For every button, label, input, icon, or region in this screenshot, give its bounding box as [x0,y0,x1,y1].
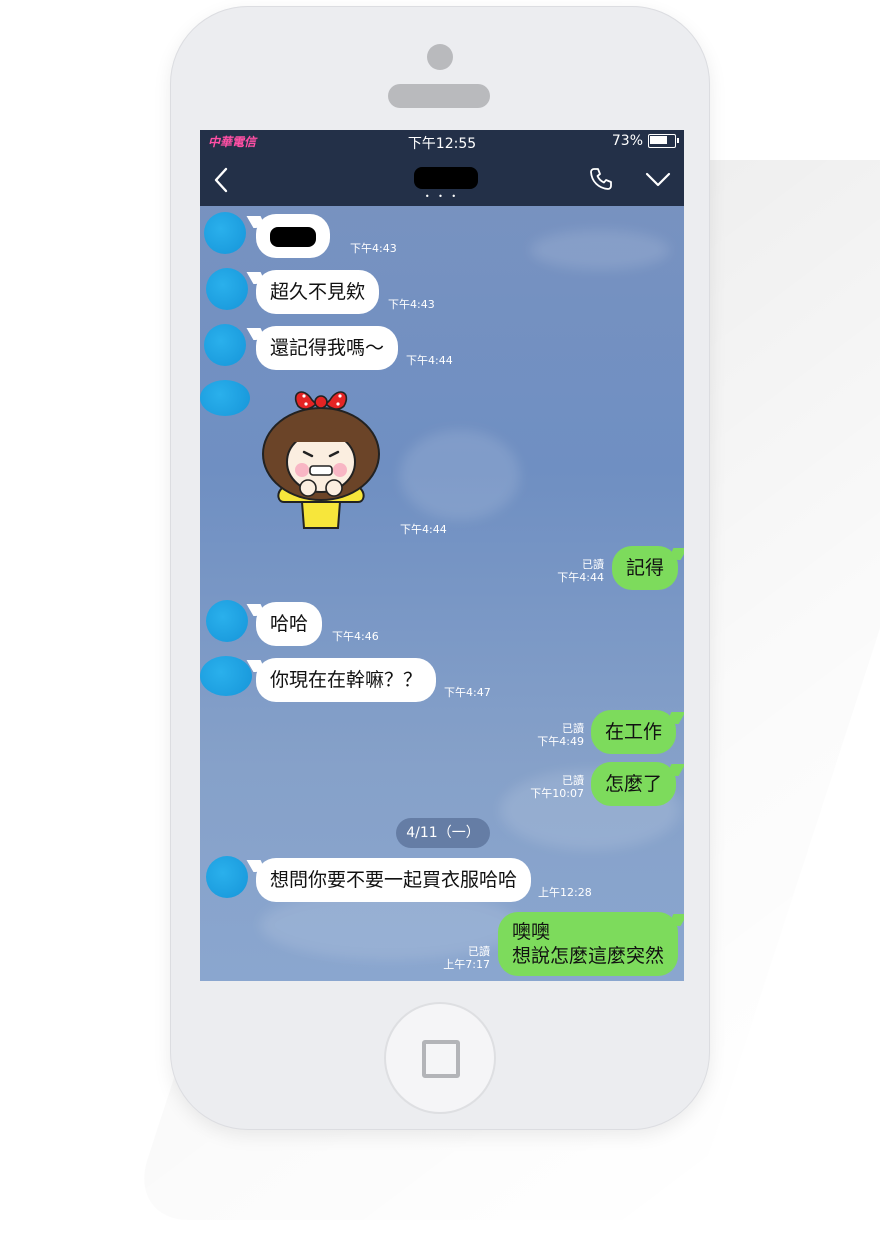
chevron-left-icon[interactable] [210,166,234,194]
message-bubble-outgoing[interactable]: 怎麼了 [590,762,676,806]
phone-icon[interactable] [588,166,614,192]
redacted-text [270,226,316,247]
message-bubble-incoming[interactable]: 你現在在幹嘛？？ [256,658,437,702]
battery-percent: 73% [611,133,643,149]
message-time: 上午12:28 [538,886,592,899]
read-receipt: 已讀 [562,722,584,735]
message-meta: 已讀 上午7:17 [443,945,490,971]
home-button-icon [422,1040,460,1078]
girl-sticker-icon[interactable] [256,382,386,538]
message-time: 下午4:43 [388,298,435,311]
battery-indicator: 73% [611,133,679,149]
message-line: 想說怎麼這麼突然 [511,945,664,967]
message-time: 下午4:44 [557,571,604,584]
message-time: 下午4:44 [400,523,447,536]
message-time: 下午4:47 [444,686,491,699]
message-bubble-incoming[interactable]: 還記得我嗎～ [256,326,399,370]
message-time: 下午4:49 [537,735,584,748]
message-time: 下午4:46 [332,630,379,643]
chevron-down-icon[interactable] [644,168,672,190]
contact-avatar[interactable] [206,856,248,898]
message-bubble-outgoing[interactable]: 在工作 [590,710,676,754]
message-time: 下午4:44 [406,354,453,367]
message-meta: 已讀 下午10:07 [530,774,584,800]
contact-avatar[interactable] [206,268,248,310]
message-line: 噢噢 [511,921,550,943]
read-receipt: 已讀 [468,945,490,958]
page-indicator: • • • [424,192,460,201]
home-button[interactable] [384,1002,496,1114]
date-divider: 4/11（一） [396,818,490,848]
read-receipt: 已讀 [582,558,604,571]
camera-icon [427,44,453,70]
message-bubble-incoming[interactable]: 想問你要不要一起買衣服哈哈 [256,858,532,902]
message-bubble-incoming[interactable]: 超久不見欸 [256,270,380,314]
contact-avatar[interactable] [204,324,246,366]
contact-avatar[interactable] [204,212,246,254]
speaker-grille [388,84,490,108]
contact-avatar[interactable] [200,656,252,696]
message-meta: 已讀 下午4:49 [537,722,584,748]
message-bubble-outgoing[interactable]: 噢噢 想說怎麼這麼突然 [497,912,678,976]
battery-icon [648,134,679,148]
message-time: 下午10:07 [530,787,584,800]
message-time: 上午7:17 [443,958,490,971]
contact-avatar[interactable] [200,380,250,416]
message-bubble-incoming[interactable] [256,214,330,258]
chat-screen: 中華電信 下午12:55 73% • • • 下午4:43 超久不見欸 下午4:… [200,130,684,981]
message-meta: 已讀 下午4:44 [557,558,604,584]
chat-title-redacted [414,167,478,189]
read-receipt: 已讀 [562,774,584,787]
contact-avatar[interactable] [206,600,248,642]
message-bubble-outgoing[interactable]: 記得 [611,546,678,590]
message-time: 下午4:43 [350,242,397,255]
chat-header: • • • [200,154,684,206]
status-bar: 中華電信 下午12:55 73% [200,130,684,154]
message-bubble-incoming[interactable]: 哈哈 [256,602,323,646]
